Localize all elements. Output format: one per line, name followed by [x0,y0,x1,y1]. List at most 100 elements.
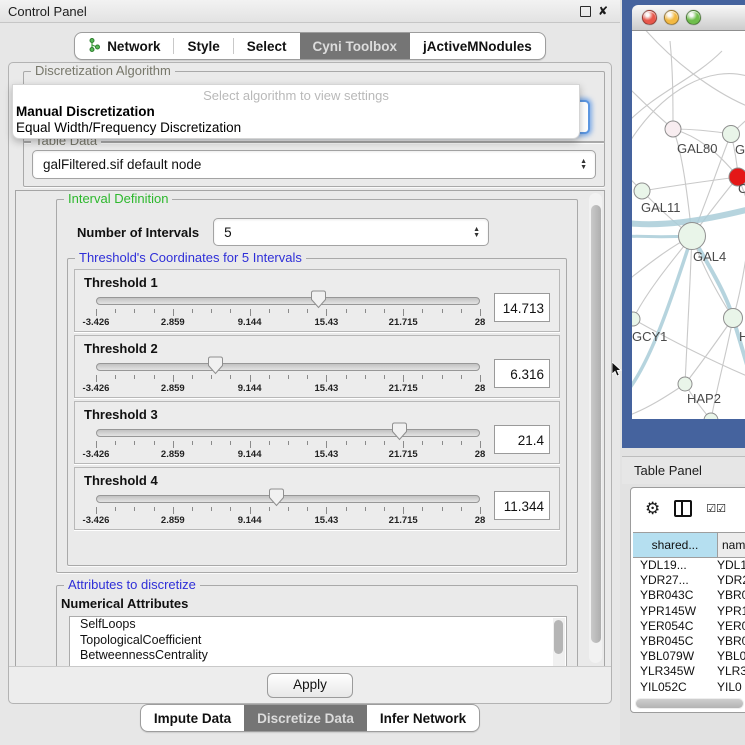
network-canvas[interactable]: GAL80GACGAL11GAL4GCY1HHAP2 [632,31,745,419]
network-edge[interactable] [633,236,692,319]
apply-button[interactable]: Apply [267,673,353,698]
network-edge[interactable] [642,177,738,191]
close-icon[interactable]: ✘ [598,6,608,16]
algorithm-item-manual[interactable]: Manual Discretization [16,104,155,119]
cell-name[interactable]: YBR0 [717,588,745,603]
tab-cyni-toolbox[interactable]: Cyni Toolbox [300,33,411,59]
network-node-n-gcy1[interactable] [632,312,640,326]
cell-shared-name[interactable]: YDL19... [633,558,717,573]
tab-network[interactable]: Network [75,33,173,59]
tab-impute-data[interactable]: Impute Data [141,705,244,731]
gear-icon[interactable]: ⚙ [645,500,660,517]
slider-tick-label: 9.144 [238,317,262,328]
table-row[interactable]: YIL052CYIL0 [633,680,745,695]
cell-name[interactable]: YDR2 [717,573,745,588]
network-edge[interactable] [632,86,673,129]
table-row[interactable]: YBL079WYBL0 [633,649,745,664]
network-edge[interactable] [642,31,745,106]
cell-name[interactable]: YDL1 [717,558,745,573]
table-horizontal-scrollbar[interactable] [635,698,744,709]
threshold-slider[interactable]: -3.4262.8599.14415.4321.71528 [96,359,480,395]
slider-handle[interactable] [391,422,408,441]
slider-tick-label: -3.426 [83,515,110,526]
cell-shared-name[interactable]: YIL052C [633,680,717,695]
node-label: H [739,329,745,344]
threshold-value-field[interactable]: 11.344 [494,491,550,520]
cell-shared-name[interactable]: YBR043C [633,588,717,603]
cell-shared-name[interactable]: YBL079W [633,649,717,664]
attribute-list-item[interactable]: SelfLoops [70,617,566,633]
number-of-intervals-label: Number of Intervals [77,225,199,240]
cell-shared-name[interactable]: YER054C [633,619,717,634]
table-row[interactable]: YBR043CYBR0 [633,588,745,603]
combo-arrows-icon: ▲▼ [580,159,589,170]
table-row[interactable]: YDL19...YDL1 [633,558,745,573]
table-row[interactable]: YLR345WYLR3 [633,664,745,679]
mac-close-button[interactable] [642,10,657,25]
tab-jactivemnodules[interactable]: jActiveMNodules [410,33,545,59]
cell-shared-name[interactable]: YPR145W [633,604,717,619]
network-node-n-gal11[interactable] [634,183,650,199]
split-columns-icon[interactable] [674,500,692,517]
network-node-n-hap2[interactable] [678,377,692,391]
slider-handle[interactable] [310,290,327,309]
network-edge[interactable] [670,41,673,129]
slider-handle[interactable] [207,356,224,375]
network-node-n-gal4[interactable] [679,223,706,250]
settings-vertical-scrollbar[interactable] [589,193,602,663]
threshold-value-field[interactable]: 14.713 [494,293,550,322]
table-data-combobox[interactable]: galFiltered.sif default node ▲▼ [32,150,596,179]
tab-infer-network-label: Infer Network [380,711,466,726]
slider-handle[interactable] [268,488,285,507]
cell-name[interactable]: YBR0 [717,634,745,649]
float-window-icon[interactable] [580,6,591,17]
threshold-slider[interactable]: -3.4262.8599.14415.4321.71528 [96,491,480,527]
table-row[interactable]: YBR045CYBR0 [633,634,745,649]
top-tab-bar: Network Style Select Cyni Toolbox jActiv… [0,32,620,60]
attribute-list-item[interactable]: TopologicalCoefficient [70,633,566,649]
cell-name[interactable]: YPR1 [717,604,745,619]
network-edge[interactable] [632,384,685,416]
threshold-slider[interactable]: -3.4262.8599.14415.4321.71528 [96,425,480,461]
network-edge-highlighted[interactable] [632,236,692,393]
network-edge[interactable] [632,51,722,126]
network-view-window[interactable]: GAL80GACGAL11GAL4GCY1HHAP2 [622,0,745,448]
cell-name[interactable]: YIL0 [717,680,745,695]
table-row[interactable]: YDR27...YDR2 [633,573,745,588]
column-header-name[interactable]: name [718,533,745,557]
cell-shared-name[interactable]: YBR045C [633,634,717,649]
cell-name[interactable]: YER0 [717,619,745,634]
cell-name[interactable]: YLR3 [717,664,745,679]
algorithm-prompt-item[interactable]: Select algorithm to view settings [13,88,579,103]
threshold-value-field[interactable]: 21.4 [494,425,550,454]
mac-minimize-button[interactable] [664,10,679,25]
cell-shared-name[interactable]: YDR27... [633,573,717,588]
tab-infer-network[interactable]: Infer Network [367,705,479,731]
network-node-n-topright[interactable] [723,126,740,143]
slider-tick-label: 2.859 [161,515,185,526]
threshold-slider[interactable]: -3.4262.8599.14415.4321.71528 [96,293,480,329]
network-node-n-rightmid[interactable] [724,309,743,328]
network-edge[interactable] [633,319,745,376]
column-visibility-icons[interactable]: ☑☑ [706,502,726,515]
tab-select[interactable]: Select [234,33,300,59]
network-edge[interactable] [733,251,745,318]
apply-strip: Apply [9,666,611,703]
attributes-list-scrollbar[interactable] [553,618,565,668]
cell-shared-name[interactable]: YLR345W [633,664,717,679]
number-of-intervals-combobox[interactable]: 5 ▲▼ [213,218,489,246]
tab-discretize-data[interactable]: Discretize Data [244,705,367,731]
network-node-n-gal80[interactable] [665,121,681,137]
threshold-value-field[interactable]: 6.316 [494,359,550,388]
table-row[interactable]: YPR145WYPR1 [633,604,745,619]
column-header-shared-name[interactable]: shared... [633,533,718,557]
algorithm-item-equal-width[interactable]: Equal Width/Frequency Discretization [16,120,241,135]
attribute-list-item[interactable]: BetweennessCentrality [70,648,566,664]
network-window-titlebar[interactable] [632,5,745,31]
node-label: GCY1 [632,329,667,344]
mac-zoom-button[interactable] [686,10,701,25]
cell-name[interactable]: YBL0 [717,649,745,664]
table-row[interactable]: YER054CYER0 [633,619,745,634]
tab-style[interactable]: Style [174,33,232,59]
numerical-attributes-list[interactable]: SelfLoopsTopologicalCoefficientBetweenne… [69,616,567,668]
